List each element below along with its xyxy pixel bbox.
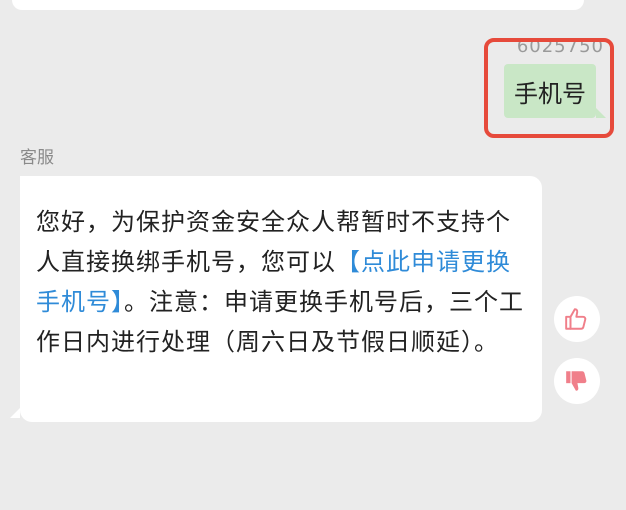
user-message-bubble: 手机号 xyxy=(504,64,606,118)
thumbs-up-button[interactable] xyxy=(554,296,600,342)
agent-label: 客服 xyxy=(20,148,54,168)
agent-message-text: 您好，为保护资金安全众人帮暂时不支持个人直接换绑手机号，您可以【点此申请更换手机… xyxy=(36,202,526,362)
thumbs-down-button[interactable] xyxy=(554,358,600,404)
agent-message-bubble: 您好，为保护资金安全众人帮暂时不支持个人直接换绑手机号，您可以【点此申请更换手机… xyxy=(10,176,542,422)
thumbs-up-icon xyxy=(565,308,587,330)
previous-message-bubble xyxy=(12,0,584,10)
user-message-text: 手机号 xyxy=(514,79,586,108)
user-id-label: 6025750 xyxy=(516,36,604,57)
thumbs-down-icon xyxy=(566,371,587,391)
chat-screen: 6025750 手机号 客服 您好，为保护资金安全众人帮暂时不支持个人直接换绑手… xyxy=(0,0,626,510)
